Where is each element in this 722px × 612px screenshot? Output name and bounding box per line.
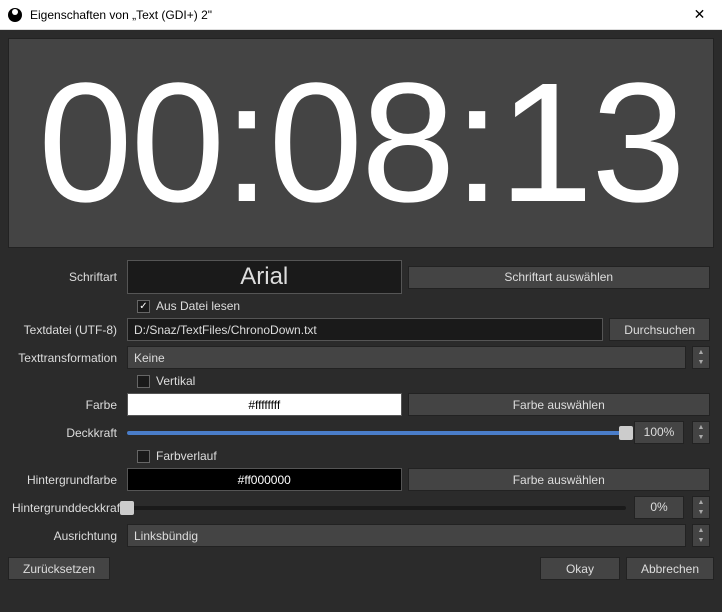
align-select[interactable]: Linksbündig — [127, 524, 686, 547]
bgopacity-label: Hintergrunddeckkraft — [12, 501, 127, 515]
cancel-button[interactable]: Abbrechen — [626, 557, 714, 580]
textfile-label: Textdatei (UTF-8) — [12, 323, 127, 337]
vertical-label: Vertikal — [156, 374, 195, 388]
textfile-input[interactable] — [127, 318, 603, 341]
read-from-file-label: Aus Datei lesen — [156, 299, 240, 313]
gradient-checkbox[interactable] — [137, 450, 150, 463]
bgcolor-display: #ff000000 — [127, 468, 402, 491]
align-spinner[interactable]: ▲▼ — [692, 524, 710, 547]
vertical-checkbox[interactable] — [137, 375, 150, 388]
color-label: Farbe — [12, 398, 127, 412]
read-from-file-checkbox[interactable] — [137, 300, 150, 313]
transform-select[interactable]: Keine — [127, 346, 686, 369]
font-label: Schriftart — [12, 270, 127, 284]
color-display: #ffffffff — [127, 393, 402, 416]
bgcolor-label: Hintergrundfarbe — [12, 473, 127, 487]
close-icon[interactable]: ✕ — [677, 0, 722, 30]
opacity-label: Deckkraft — [12, 426, 127, 440]
reset-button[interactable]: Zurücksetzen — [8, 557, 110, 580]
select-font-button[interactable]: Schriftart auswählen — [408, 266, 711, 289]
window-title: Eigenschaften von „Text (GDI+) 2" — [30, 8, 677, 22]
titlebar: Eigenschaften von „Text (GDI+) 2" ✕ — [0, 0, 722, 30]
preview-text: 00:08:13 — [38, 58, 684, 228]
opacity-value: 100% — [634, 421, 684, 444]
select-bgcolor-button[interactable]: Farbe auswählen — [408, 468, 711, 491]
bgopacity-spinner[interactable]: ▲▼ — [692, 496, 710, 519]
select-color-button[interactable]: Farbe auswählen — [408, 393, 711, 416]
browse-button[interactable]: Durchsuchen — [609, 318, 710, 341]
font-display: Arial — [127, 260, 402, 294]
bgopacity-slider[interactable] — [127, 506, 626, 510]
preview-area: 00:08:13 — [8, 38, 714, 248]
ok-button[interactable]: Okay — [540, 557, 620, 580]
opacity-spinner[interactable]: ▲▼ — [692, 421, 710, 444]
transform-spinner[interactable]: ▲▼ — [692, 346, 710, 369]
app-icon — [8, 8, 22, 22]
transform-label: Texttransformation — [12, 351, 127, 365]
gradient-label: Farbverlauf — [156, 449, 217, 463]
align-label: Ausrichtung — [12, 529, 127, 543]
opacity-slider[interactable] — [127, 431, 626, 435]
bgopacity-value: 0% — [634, 496, 684, 519]
content: 00:08:13 Schriftart Arial Schriftart aus… — [0, 30, 722, 612]
